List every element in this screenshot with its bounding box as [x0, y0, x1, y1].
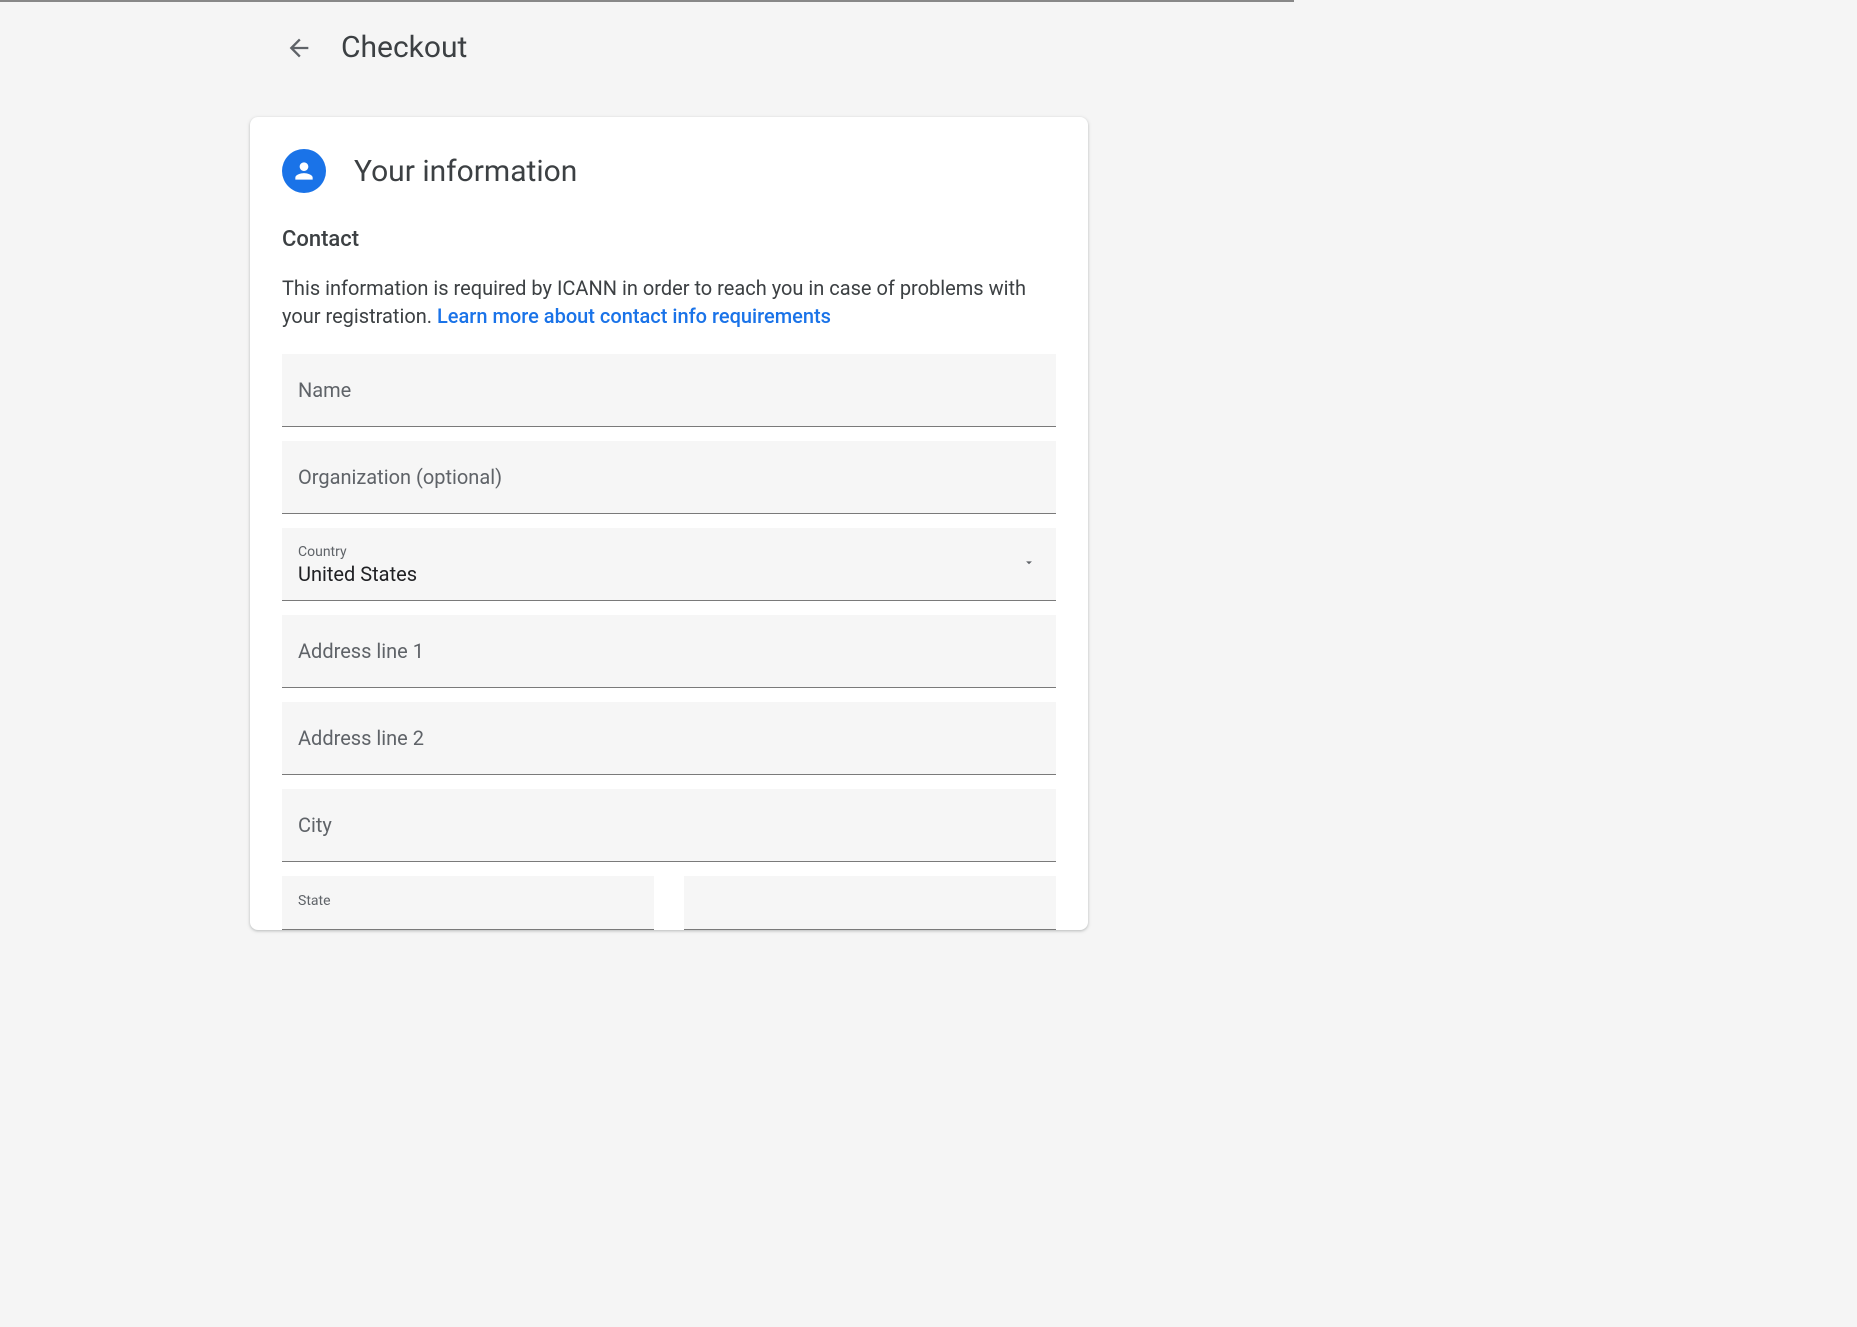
- person-icon: [282, 149, 326, 193]
- contact-description: This information is required by ICANN in…: [282, 274, 1056, 330]
- country-value: United States: [298, 562, 417, 586]
- state-select[interactable]: State: [282, 876, 654, 930]
- learn-more-link[interactable]: Learn more about contact info requiremen…: [437, 304, 831, 328]
- zip-field[interactable]: [684, 876, 1056, 930]
- address1-placeholder: Address line 1: [298, 639, 424, 663]
- section-header: Your information: [282, 149, 1056, 193]
- back-arrow-icon[interactable]: [285, 34, 313, 62]
- state-label: State: [298, 893, 331, 909]
- organization-placeholder: Organization (optional): [298, 465, 502, 489]
- checkout-card: Your information Contact This informatio…: [250, 117, 1088, 930]
- name-field[interactable]: Name: [282, 354, 1056, 427]
- name-placeholder: Name: [298, 378, 351, 402]
- contact-heading: Contact: [282, 227, 1056, 252]
- country-label: Country: [298, 544, 347, 560]
- country-select[interactable]: Country United States: [282, 528, 1056, 601]
- city-placeholder: City: [298, 813, 332, 837]
- page-title: Checkout: [341, 30, 467, 65]
- address2-field[interactable]: Address line 2: [282, 702, 1056, 775]
- state-zip-row: State: [282, 876, 1056, 930]
- chevron-down-icon: [1022, 555, 1036, 574]
- page-header: Checkout: [0, 2, 1294, 65]
- section-title: Your information: [354, 154, 577, 189]
- address1-field[interactable]: Address line 1: [282, 615, 1056, 688]
- address2-placeholder: Address line 2: [298, 726, 424, 750]
- city-field[interactable]: City: [282, 789, 1056, 862]
- organization-field[interactable]: Organization (optional): [282, 441, 1056, 514]
